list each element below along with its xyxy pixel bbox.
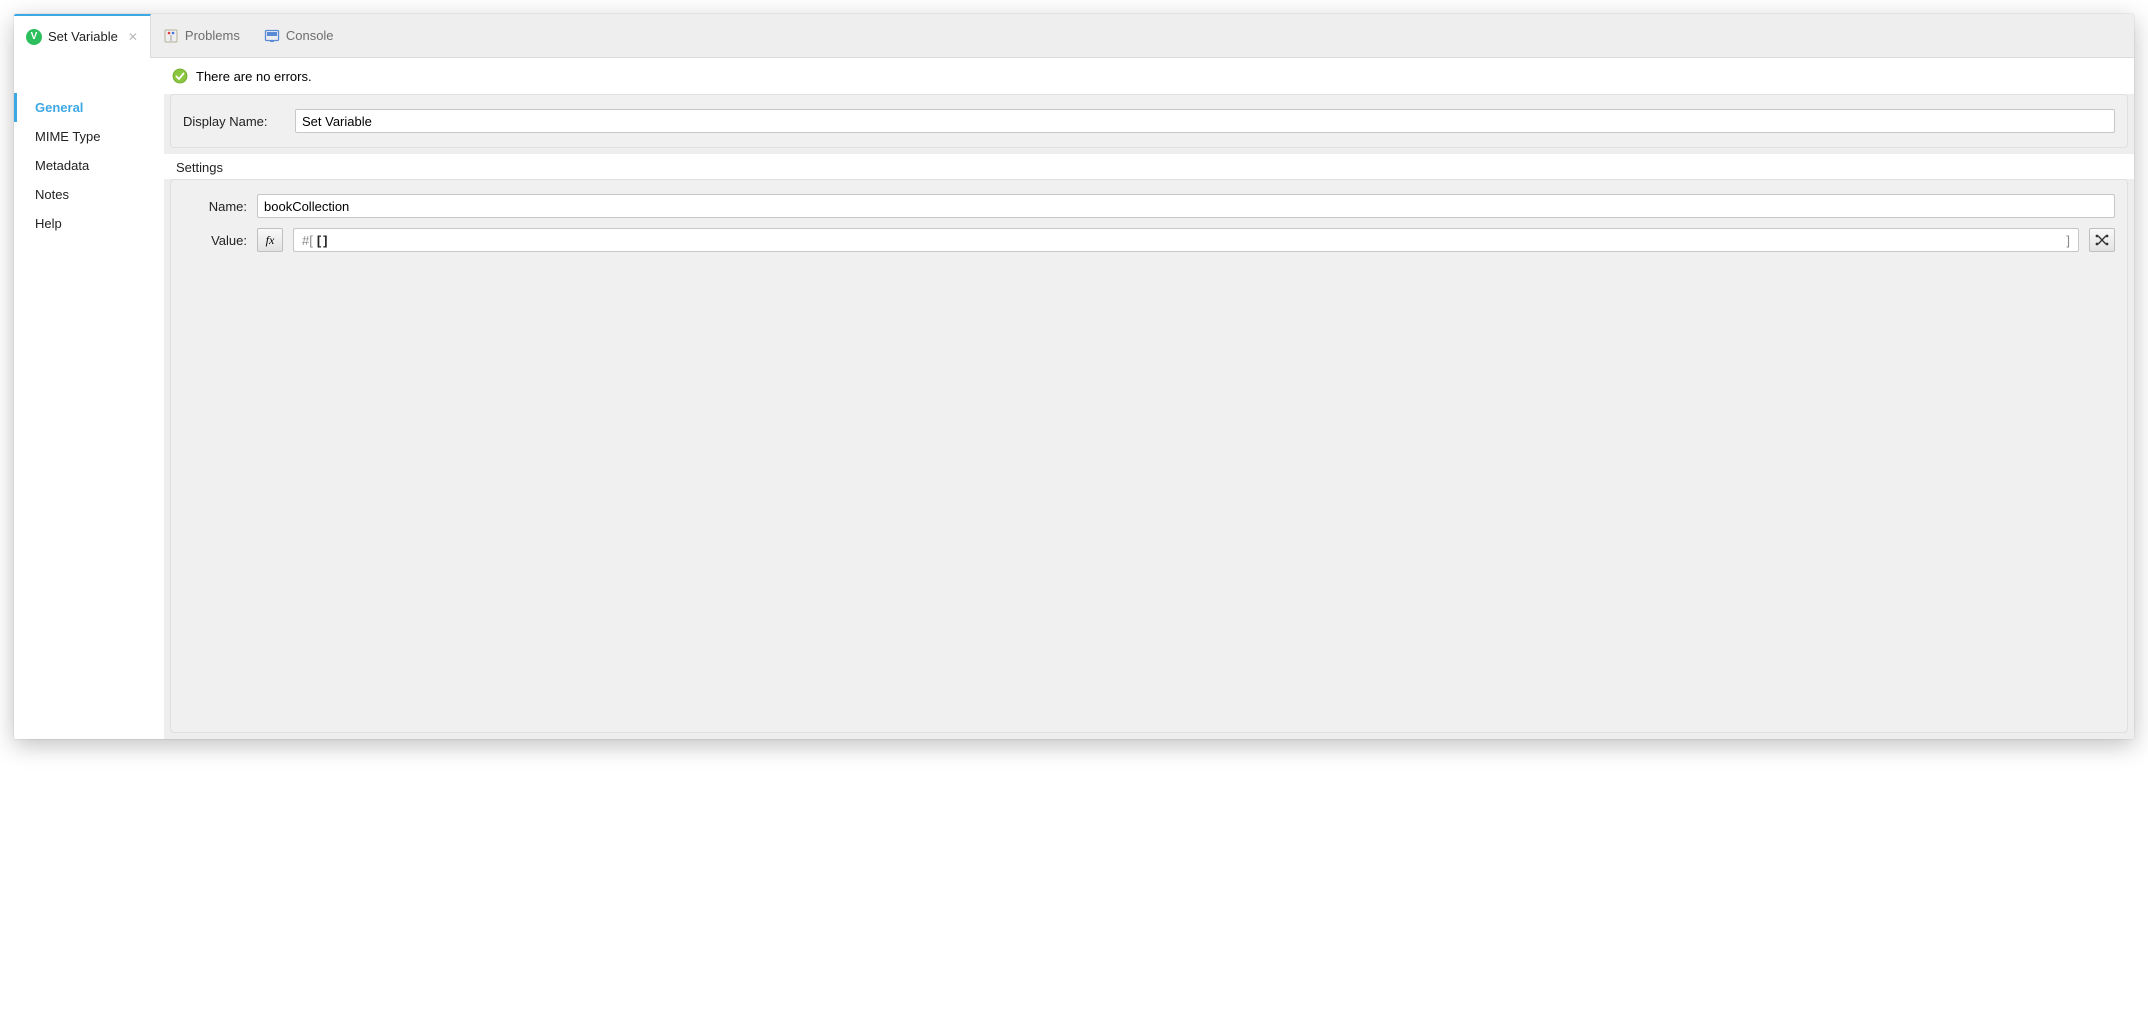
value-row: Value: fx #[ [] ] [183, 228, 2115, 252]
tab-label: Console [286, 28, 334, 43]
map-button[interactable] [2089, 228, 2115, 252]
editor-window: V Set Variable ✕ Problems [14, 14, 2134, 739]
tab-bar: V Set Variable ✕ Problems [14, 14, 2134, 58]
tab-label: Problems [185, 28, 240, 43]
settings-panel: Name: Value: fx #[ [] ] [170, 179, 2128, 733]
display-name-label: Display Name: [183, 114, 285, 129]
value-label: Value: [183, 233, 247, 248]
status-row: There are no errors. [164, 58, 2134, 94]
sidebar-item-notes[interactable]: Notes [14, 180, 164, 209]
tab-set-variable[interactable]: V Set Variable ✕ [14, 14, 151, 57]
sidebar: General MIME Type Metadata Notes Help [14, 58, 164, 739]
expr-lead: #[ [302, 233, 313, 248]
display-name-panel: Display Name: [170, 94, 2128, 148]
status-message: There are no errors. [196, 69, 312, 84]
tab-problems[interactable]: Problems [151, 14, 252, 57]
sidebar-item-general[interactable]: General [14, 93, 164, 122]
variable-icon: V [26, 29, 42, 45]
name-row: Name: [183, 194, 2115, 218]
body: General MIME Type Metadata Notes Help Th… [14, 58, 2134, 739]
display-name-input[interactable] [295, 109, 2115, 133]
value-input[interactable]: #[ [] ] [293, 228, 2079, 252]
name-input[interactable] [257, 194, 2115, 218]
close-icon[interactable]: ✕ [128, 30, 138, 44]
tab-console[interactable]: Console [252, 14, 346, 57]
sidebar-item-metadata[interactable]: Metadata [14, 151, 164, 180]
settings-heading: Settings [164, 154, 2134, 179]
problems-icon [163, 28, 179, 44]
sidebar-item-help[interactable]: Help [14, 209, 164, 238]
main-panel: There are no errors. Display Name: Setti… [164, 58, 2134, 739]
tab-label: Set Variable [48, 29, 118, 44]
console-icon [264, 28, 280, 44]
map-icon [2094, 232, 2110, 248]
expr-mid: [] [317, 233, 330, 248]
name-label: Name: [183, 199, 247, 214]
check-icon [172, 68, 188, 84]
sidebar-item-mime-type[interactable]: MIME Type [14, 122, 164, 151]
expr-tail: ] [2066, 233, 2070, 248]
expression-button[interactable]: fx [257, 228, 283, 252]
